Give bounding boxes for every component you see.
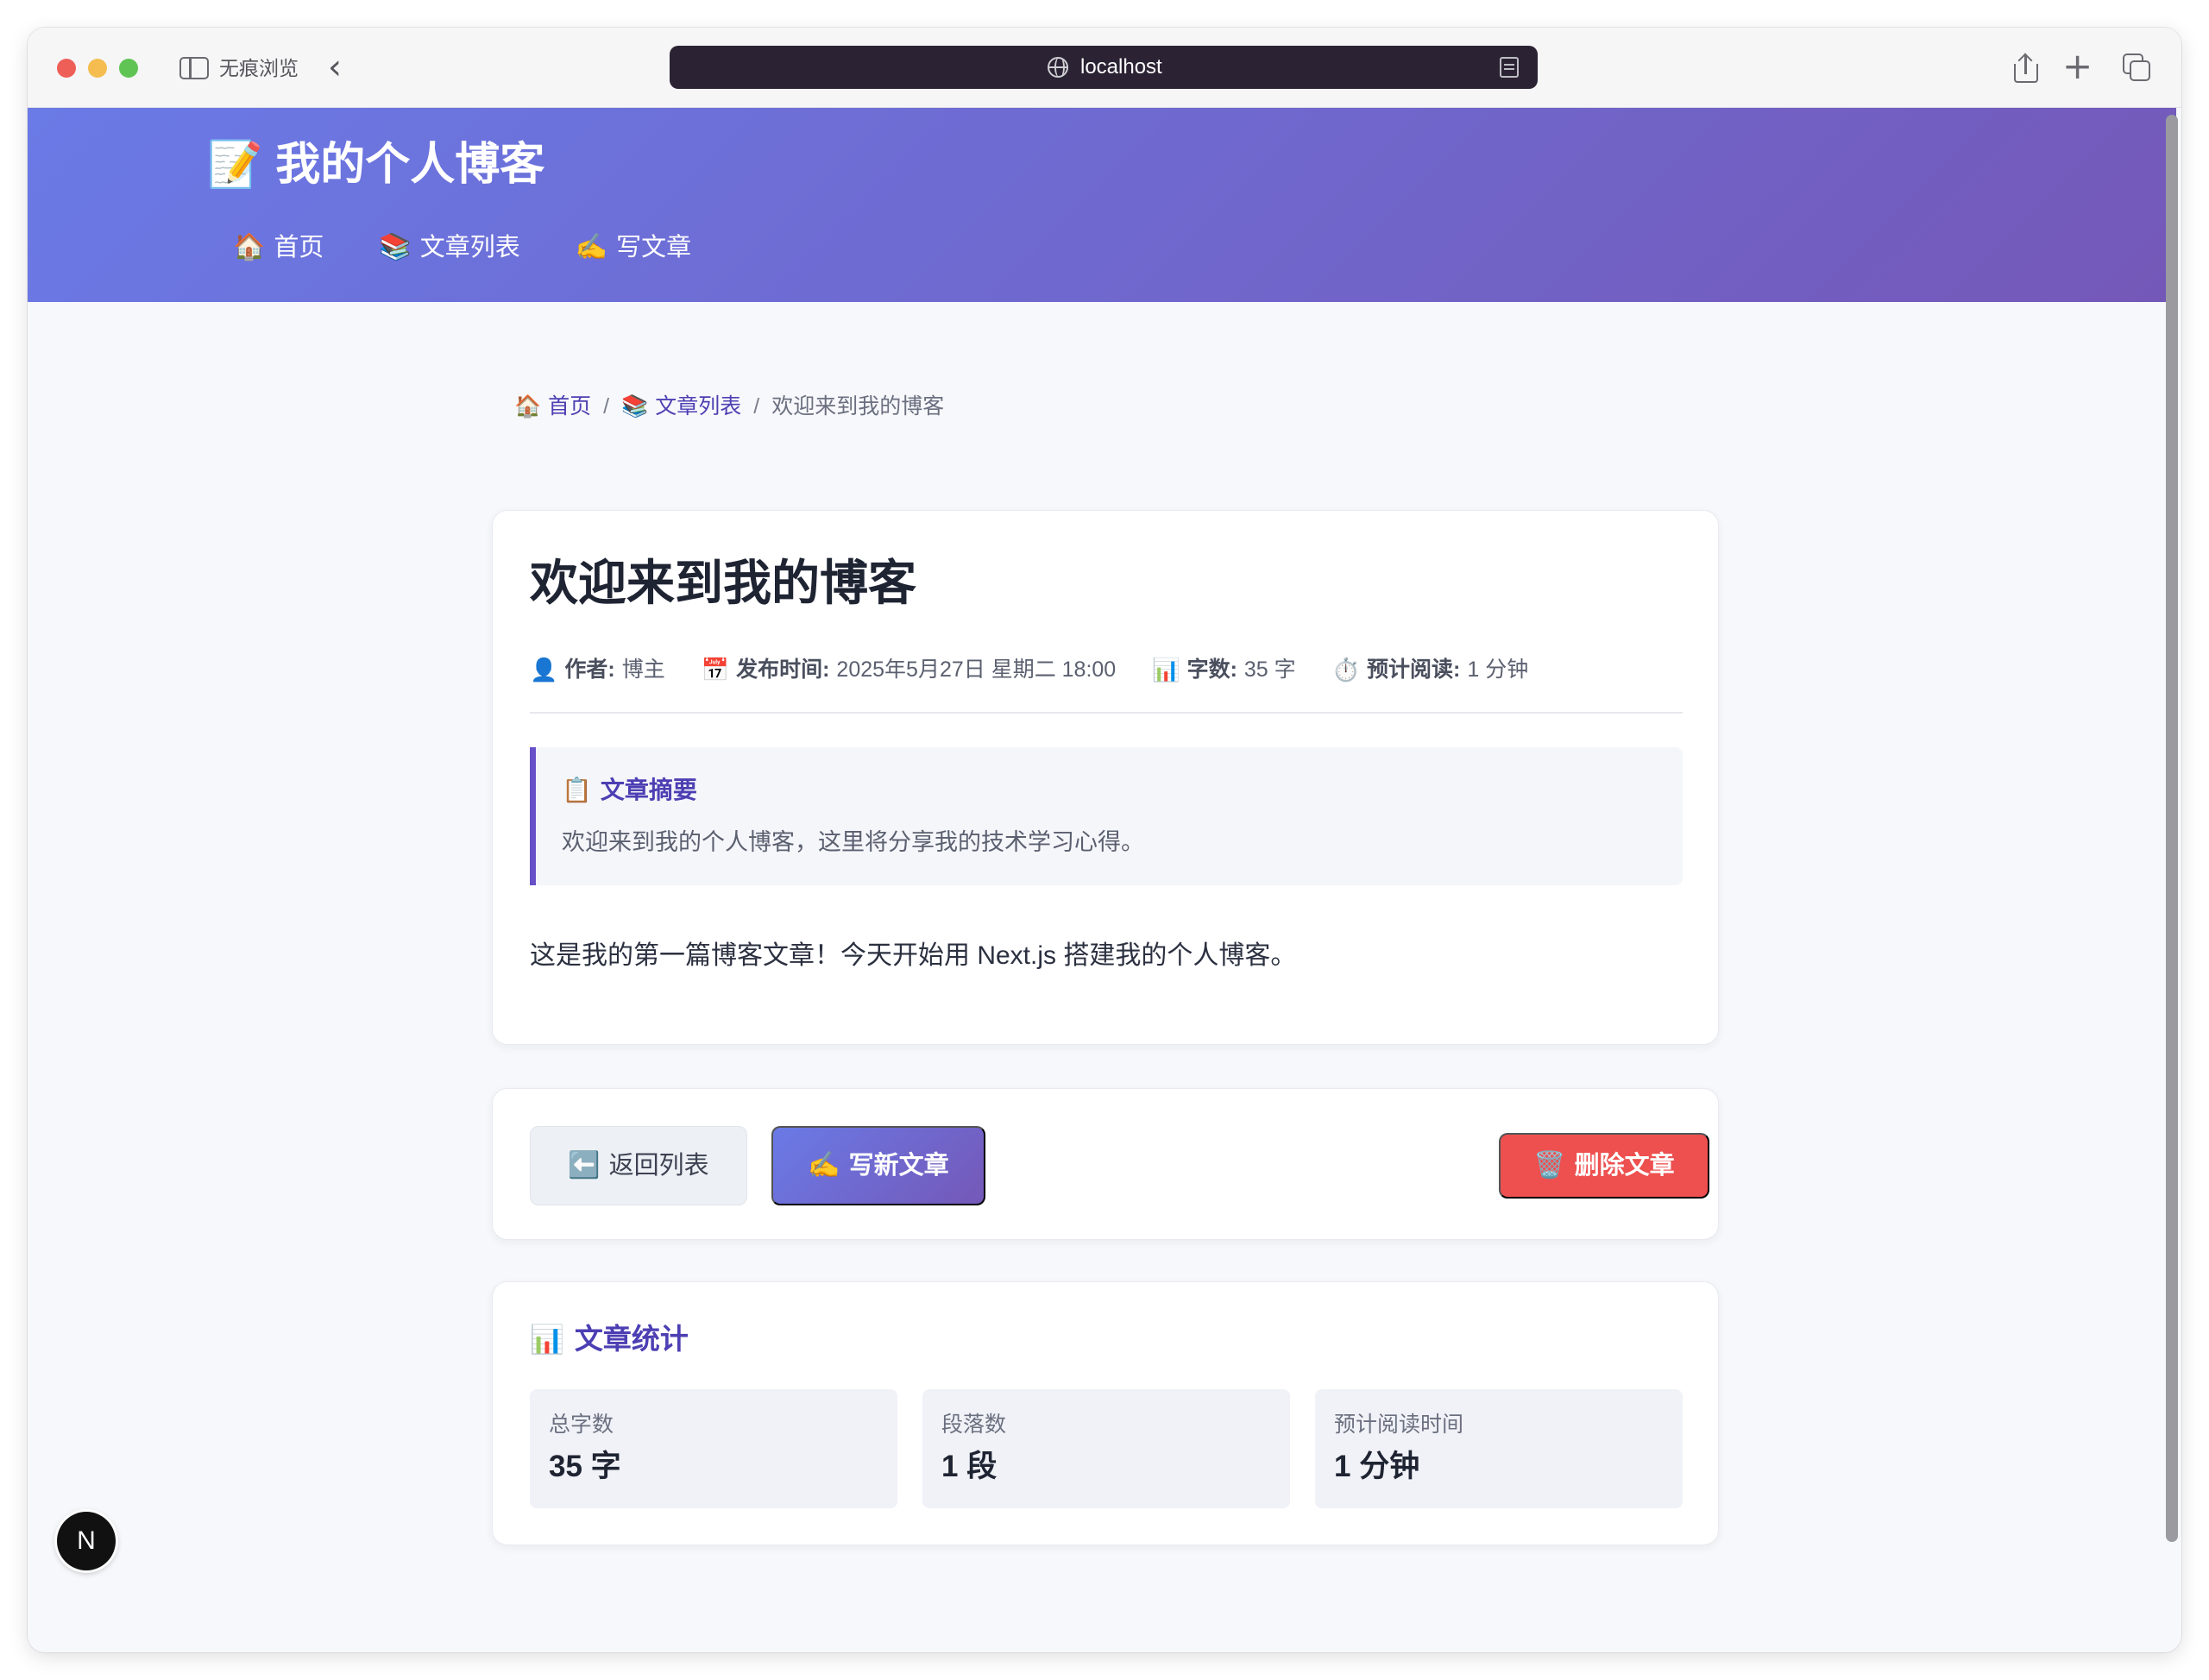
summary-text: 欢迎来到我的个人博客，这里将分享我的技术学习心得。 xyxy=(562,829,1144,855)
meta-reading-time: ⏱️ 预计阅读: 1 分钟 xyxy=(1332,654,1529,685)
breadcrumb-current: 欢迎来到我的博客 xyxy=(771,394,945,418)
writing-hand-icon: ✍️ xyxy=(575,233,608,261)
button-label: 删除文章 xyxy=(1574,1152,1675,1180)
sidebar-toggle-icon[interactable] xyxy=(179,57,209,79)
close-window-button[interactable] xyxy=(57,59,76,78)
stat-value: 35 字 xyxy=(549,1450,621,1483)
page-scrollbar[interactable] xyxy=(2166,115,2178,1542)
meta-label: 发布时间: xyxy=(736,658,830,682)
stats-title-label: 文章统计 xyxy=(574,1323,689,1355)
nav-item-label: 首页 xyxy=(274,234,324,261)
books-icon: 📚 xyxy=(379,233,412,261)
stat-value: 1 分钟 xyxy=(1334,1450,1420,1483)
address-bar[interactable]: localhost xyxy=(670,46,1538,89)
stat-reading-time: 预计阅读时间 1 分钟 xyxy=(1315,1389,1683,1508)
zoom-window-button[interactable] xyxy=(119,59,138,78)
summary-title: 📋 文章摘要 xyxy=(562,773,697,808)
meta-label: 字数: xyxy=(1186,658,1237,682)
stat-label: 总字数 xyxy=(549,1413,614,1437)
meta-value: 2025年5月27日 星期二 18:00 xyxy=(836,658,1117,682)
meta-published: 📅 发布时间: 2025年5月27日 星期二 18:00 xyxy=(702,654,1116,685)
actions-card: ⬅️ 返回列表 ✍️ 写新文章 🗑️ 删除文章 xyxy=(492,1088,1719,1240)
breadcrumb-separator: / xyxy=(603,394,610,418)
new-tab-icon[interactable]: + xyxy=(2062,47,2093,86)
calendar-icon: 📅 xyxy=(701,657,730,683)
books-icon: 📚 xyxy=(621,394,649,418)
url-text: localhost xyxy=(1080,55,1162,79)
person-icon: 👤 xyxy=(530,657,558,683)
stat-label: 预计阅读时间 xyxy=(1334,1413,1464,1437)
delete-article-button[interactable]: 🗑️ 删除文章 xyxy=(1499,1133,1709,1199)
breadcrumb-list-link[interactable]: 📚 文章列表 xyxy=(621,391,741,422)
nav-item-article-list[interactable]: 📚 文章列表 xyxy=(379,230,519,265)
divider xyxy=(530,712,1683,714)
article-card: 欢迎来到我的博客 👤 作者: 博主 📅 发布时间: 2025年5月27日 星期二… xyxy=(492,510,1719,1045)
breadcrumb-home-label: 首页 xyxy=(548,394,592,418)
bar-chart-icon: 📊 xyxy=(530,1324,564,1355)
breadcrumb-separator: / xyxy=(753,394,760,418)
trash-icon: 🗑️ xyxy=(1533,1151,1566,1180)
private-browsing-label: 无痕浏览 xyxy=(219,57,299,79)
meta-value: 1 分钟 xyxy=(1467,658,1529,682)
clipboard-icon: 📋 xyxy=(562,777,592,803)
tab-overview-icon[interactable] xyxy=(2123,53,2150,81)
main-nav: 🏠 首页 📚 文章列表 ✍️ 写文章 xyxy=(233,230,746,265)
share-icon[interactable] xyxy=(2014,53,2038,83)
site-title[interactable]: 📝 我的个人博客 xyxy=(207,137,544,192)
back-arrow-icon: ⬅️ xyxy=(568,1151,601,1180)
article-meta: 👤 作者: 博主 📅 发布时间: 2025年5月27日 星期二 18:00 📊 … xyxy=(530,654,1564,685)
article-summary: 📋 文章摘要 欢迎来到我的个人博客，这里将分享我的技术学习心得。 xyxy=(530,747,1683,885)
browser-toolbar: 无痕浏览 ‹ localhost + xyxy=(28,28,2181,108)
meta-value: 博主 xyxy=(621,658,665,682)
page-viewport: 📝 我的个人博客 🏠 首页 📚 文章列表 ✍️ 写文章 🏠 首页 / 📚 文章列… xyxy=(28,108,2181,1652)
meta-label: 作者: xyxy=(564,658,615,682)
stats-title: 📊 文章统计 xyxy=(530,1318,689,1360)
house-icon: 🏠 xyxy=(233,233,266,261)
meta-author: 👤 作者: 博主 xyxy=(530,654,665,685)
nav-item-write[interactable]: ✍️ 写文章 xyxy=(576,230,691,265)
breadcrumb-home-link[interactable]: 🏠 首页 xyxy=(514,391,591,422)
site-header: 📝 我的个人博客 🏠 首页 📚 文章列表 ✍️ 写文章 xyxy=(28,108,2176,302)
minimize-window-button[interactable] xyxy=(88,59,107,78)
bar-chart-icon: 📊 xyxy=(1152,657,1180,683)
stat-total-words: 总字数 35 字 xyxy=(530,1389,897,1508)
stats-card: 📊 文章统计 总字数 35 字 段落数 1 段 预计阅读时间 1 分钟 xyxy=(492,1281,1719,1545)
reader-mode-icon[interactable] xyxy=(1500,57,1519,78)
article-title: 欢迎来到我的博客 xyxy=(530,556,916,610)
meta-label: 预计阅读: xyxy=(1367,658,1461,682)
breadcrumb-list-label: 文章列表 xyxy=(655,394,742,418)
nav-item-home[interactable]: 🏠 首页 xyxy=(233,230,324,265)
nav-item-label: 文章列表 xyxy=(419,234,520,261)
stat-paragraphs: 段落数 1 段 xyxy=(922,1389,1290,1508)
browser-window: 无痕浏览 ‹ localhost + 📝 我的个人博客 🏠 首页 📚 文章列表 … xyxy=(28,28,2181,1652)
breadcrumb: 🏠 首页 / 📚 文章列表 / 欢迎来到我的博客 xyxy=(514,391,944,422)
nav-item-label: 写文章 xyxy=(616,234,692,261)
article-body: 这是我的第一篇博客文章！今天开始用 Next.js 搭建我的个人博客。 xyxy=(530,941,1297,970)
button-label: 写新文章 xyxy=(848,1152,949,1180)
back-chevron-icon[interactable]: ‹ xyxy=(328,48,342,86)
stat-label: 段落数 xyxy=(941,1413,1007,1437)
writing-hand-icon: ✍️ xyxy=(808,1151,840,1180)
write-new-article-button[interactable]: ✍️ 写新文章 xyxy=(771,1126,985,1205)
meta-word-count: 📊 字数: 35 字 xyxy=(1152,654,1295,685)
stopwatch-icon: ⏱️ xyxy=(1331,657,1361,683)
back-to-list-button[interactable]: ⬅️ 返回列表 xyxy=(530,1126,747,1205)
meta-value: 35 字 xyxy=(1243,658,1296,682)
nextjs-dev-indicator[interactable]: N xyxy=(57,1512,116,1570)
house-icon: 🏠 xyxy=(514,394,542,418)
stat-value: 1 段 xyxy=(941,1450,998,1483)
button-label: 返回列表 xyxy=(608,1152,709,1180)
summary-title-label: 文章摘要 xyxy=(600,777,697,803)
globe-icon xyxy=(1048,57,1068,78)
